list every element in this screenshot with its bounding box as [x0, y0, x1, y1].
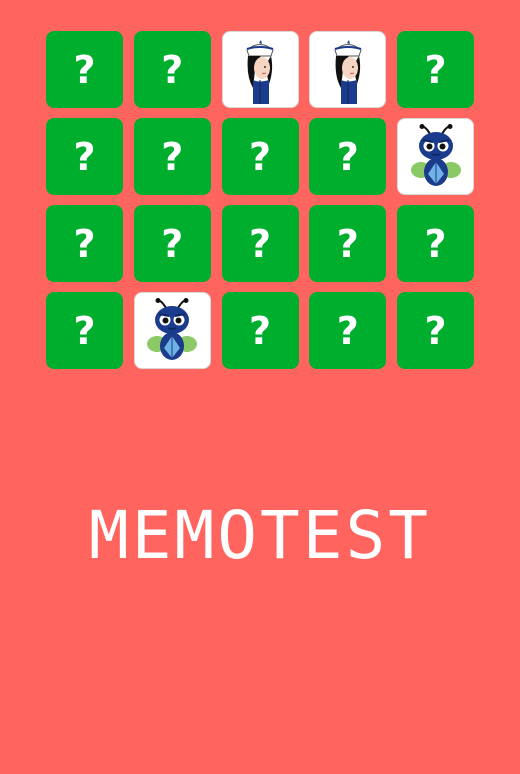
bug-mascot-icon [144, 297, 200, 364]
question-mark-icon: ? [161, 47, 184, 92]
memory-card[interactable]: ? [309, 205, 387, 282]
question-mark-icon: ? [336, 308, 359, 353]
question-mark-icon: ? [73, 134, 96, 179]
game-title: MEMOTEST [89, 497, 431, 574]
question-mark-icon: ? [424, 47, 447, 92]
question-mark-icon: ? [73, 308, 96, 353]
memory-card[interactable]: ? [133, 118, 211, 195]
question-mark-icon: ? [248, 308, 272, 353]
memory-card[interactable]: ? [397, 292, 474, 369]
memory-card[interactable]: ? [46, 31, 123, 108]
memory-card[interactable] [397, 118, 474, 195]
memory-card[interactable]: ? [221, 118, 299, 195]
question-mark-icon: ? [248, 134, 272, 179]
memory-card[interactable]: ? [221, 292, 299, 369]
bug-mascot-icon [408, 123, 464, 190]
memory-card[interactable]: ? [397, 31, 474, 108]
memory-card[interactable]: ? [133, 205, 211, 282]
memory-card[interactable] [309, 31, 387, 108]
memory-card[interactable] [133, 292, 211, 369]
question-mark-icon: ? [336, 221, 359, 266]
memory-card[interactable]: ? [221, 205, 299, 282]
memory-card[interactable] [221, 31, 299, 108]
memory-board: ???????????????? [46, 31, 474, 371]
question-mark-icon: ? [73, 221, 96, 266]
memory-card[interactable]: ? [397, 205, 474, 282]
memory-card[interactable]: ? [46, 292, 123, 369]
question-mark-icon: ? [336, 134, 359, 179]
memory-card[interactable]: ? [309, 118, 387, 195]
nurse-icon [319, 36, 377, 104]
question-mark-icon: ? [73, 47, 96, 92]
memory-card[interactable]: ? [133, 31, 211, 108]
question-mark-icon: ? [248, 221, 272, 266]
question-mark-icon: ? [424, 221, 447, 266]
nurse-icon [231, 36, 289, 104]
memory-card[interactable]: ? [46, 205, 123, 282]
question-mark-icon: ? [424, 308, 447, 353]
memory-card[interactable]: ? [309, 292, 387, 369]
question-mark-icon: ? [161, 134, 184, 179]
memory-card[interactable]: ? [46, 118, 123, 195]
question-mark-icon: ? [161, 221, 184, 266]
